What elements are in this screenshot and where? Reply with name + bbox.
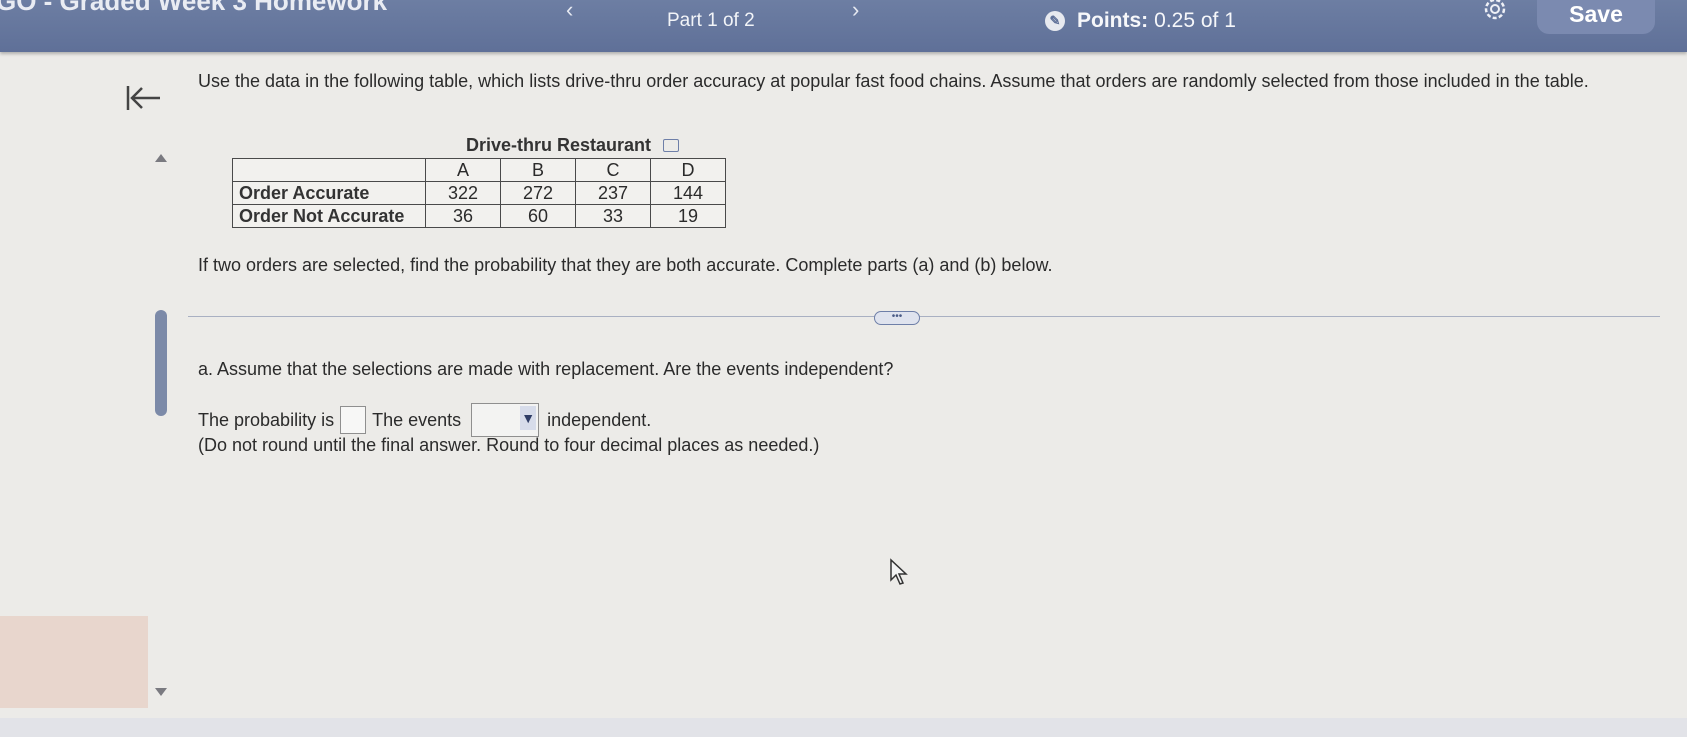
collapse-left-icon[interactable] <box>126 83 162 113</box>
data-table: A B C D Order Accurate 322 272 237 144 O… <box>232 158 726 228</box>
question-text: If two orders are selected, find the pro… <box>198 255 1053 275</box>
points-value: 0.25 of 1 <box>1154 9 1236 32</box>
expand-more-button[interactable]: ••• <box>874 311 920 325</box>
probability-answer-input[interactable] <box>340 406 367 434</box>
table-caption: Drive-thru Restaurant <box>466 134 680 156</box>
table-cell: 322 <box>425 181 501 205</box>
table-row: Order Accurate 322 272 237 144 <box>232 181 726 205</box>
scrollbar-thumb[interactable] <box>155 310 167 416</box>
scroll-up-arrow[interactable] <box>155 154 167 162</box>
answer-suffix: independent. <box>547 410 652 430</box>
table-row: Order Not Accurate 36 60 33 19 <box>232 204 726 228</box>
column-header: B <box>500 158 576 182</box>
table-cell: 272 <box>500 181 576 205</box>
save-button[interactable]: Save <box>1537 0 1655 34</box>
column-header: D <box>650 158 726 182</box>
table-header-row: A B C D <box>232 158 726 182</box>
next-question-button[interactable]: › <box>852 0 859 23</box>
rounding-note: (Do not round until the final answer. Ro… <box>198 435 820 455</box>
dropdown-arrow-icon: ▼ <box>520 406 537 430</box>
left-panel-shade <box>0 616 148 708</box>
answer-prefix: The probability is <box>198 410 335 430</box>
answer-middle: The events <box>372 410 462 430</box>
table-cell: 19 <box>650 204 726 228</box>
table-cell: 60 <box>500 204 576 228</box>
scroll-down-arrow[interactable] <box>155 688 167 696</box>
question-content: Use the data in the following table, whi… <box>188 70 1660 455</box>
row-header: Order Accurate <box>232 181 426 205</box>
partial-credit-icon: ✎ <box>1045 11 1065 31</box>
table-cell: 36 <box>425 204 501 228</box>
table-cell: 144 <box>650 181 726 205</box>
table-caption-text: Drive-thru Restaurant <box>466 135 652 155</box>
row-header: Order Not Accurate <box>232 204 426 228</box>
part-a-prompt: a. Assume that the selections are made w… <box>198 359 894 379</box>
assignment-title: GO - Graded Week 3 Homework <box>0 0 388 16</box>
top-bar: GO - Graded Week 3 Homework ‹ Part 1 of … <box>0 0 1687 52</box>
problem-intro: Use the data in the following table, whi… <box>198 71 1589 91</box>
points-label: Points: <box>1077 9 1149 32</box>
table-cell: 33 <box>575 204 651 228</box>
part-indicator: Part 1 of 2 <box>667 10 755 31</box>
copy-icon[interactable] <box>663 138 680 152</box>
gear-icon[interactable] <box>1482 0 1508 22</box>
section-divider <box>188 316 1660 317</box>
answer-line: The probability is The events ▼ independ… <box>198 403 651 437</box>
independence-dropdown[interactable]: ▼ <box>471 403 540 437</box>
column-header: A <box>425 158 501 182</box>
mouse-cursor-icon <box>890 558 908 585</box>
table-corner-cell <box>232 158 426 182</box>
points-display: ✎ Points: 0.25 of 1 <box>1045 9 1236 33</box>
table-cell: 237 <box>575 181 651 205</box>
column-header: C <box>575 158 651 182</box>
previous-question-button[interactable]: ‹ <box>566 0 573 23</box>
bottom-band <box>0 718 1687 737</box>
